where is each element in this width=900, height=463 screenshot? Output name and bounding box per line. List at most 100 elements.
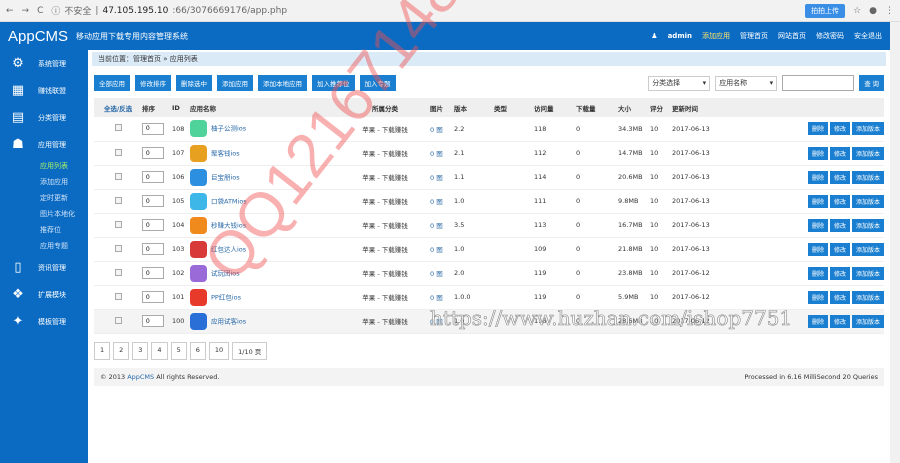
category-select[interactable]: 分类选择 ▾ [648,75,711,91]
add-version-button[interactable]: 添加版本 [851,266,884,280]
page-link[interactable]: 2 [113,341,130,360]
app-name-link[interactable]: 试玩团ios [211,269,240,277]
row-checkbox[interactable] [114,268,122,276]
sidebar-item[interactable]: ▯ 资讯管理 [0,254,88,281]
page-link[interactable]: 10 [208,341,230,360]
edit-button[interactable]: 修改 [829,242,850,256]
forward-icon[interactable]: → [22,6,30,16]
sidebar-item[interactable]: ✦ 模板管理 [0,308,88,335]
order-input[interactable] [142,171,164,183]
star-icon[interactable]: ☆ [853,6,861,16]
pictures-link[interactable]: 0 图 [430,141,454,166]
delete-button[interactable]: 删除 [807,170,828,184]
row-checkbox[interactable] [114,196,122,204]
sidebar-item[interactable]: ❖ 扩展模块 [0,281,88,308]
app-name-link[interactable]: 聚客钱ios [211,149,240,157]
delete-button[interactable]: 删除 [807,242,828,256]
edit-button[interactable]: 修改 [829,218,850,232]
row-checkbox[interactable] [114,292,122,300]
row-checkbox[interactable] [114,220,122,228]
page-link[interactable]: 1 [94,341,111,360]
order-input[interactable] [142,291,164,303]
nav-site-home[interactable]: 网站首页 [778,31,806,41]
page-link[interactable]: 3 [132,341,149,360]
pictures-link[interactable]: 0 图 [430,261,454,286]
toolbar-button[interactable]: 加入专题 [359,75,396,91]
brand-link[interactable]: AppCMS [127,373,154,381]
toolbar-button[interactable]: 删除选中 [176,75,212,91]
sidebar-subitem[interactable]: 添加应用 [0,174,88,190]
toolbar-button[interactable]: 全部应用 [94,75,130,91]
add-version-button[interactable]: 添加版本 [851,314,884,328]
order-input[interactable] [142,243,164,255]
menu-icon[interactable]: ⋮ [885,6,894,16]
pictures-link[interactable]: 0 图 [430,117,454,142]
back-icon[interactable]: ← [6,6,14,16]
add-version-button[interactable]: 添加版本 [851,146,884,160]
sidebar-item[interactable]: ☗ 应用管理 [0,131,88,158]
order-input[interactable] [142,147,164,159]
pictures-link[interactable]: 0 图 [430,213,454,238]
delete-button[interactable]: 删除 [807,266,828,280]
profile-icon[interactable]: ● [869,6,877,16]
app-name-link[interactable]: 巨宝朋ios [211,173,240,181]
toolbar-button[interactable]: 加入推荐位 [312,75,355,91]
sidebar-subitem[interactable]: 应用专题 [0,238,88,254]
app-name-link[interactable]: 秒赚大钱ios [211,221,246,229]
page-link[interactable]: 5 [170,341,187,360]
add-version-button[interactable]: 添加版本 [851,170,884,184]
sidebar-subitem[interactable]: 推荐位 [0,222,88,238]
nav-change-password[interactable]: 修改密码 [816,31,844,41]
nav-admin-home[interactable]: 管理首页 [740,31,768,41]
app-name-link[interactable]: PP红包ios [211,293,241,301]
page-link[interactable]: 6 [189,341,206,360]
pictures-link[interactable]: 0 图 [430,165,454,190]
add-version-button[interactable]: 添加版本 [851,290,884,304]
search-button[interactable]: 查 询 [859,75,884,91]
pictures-link[interactable]: 0 图 [430,309,454,334]
pictures-link[interactable]: 0 图 [430,189,454,214]
delete-button[interactable]: 删除 [807,146,828,160]
row-checkbox[interactable] [114,172,122,180]
delete-button[interactable]: 删除 [807,218,828,232]
order-input[interactable] [142,122,164,135]
order-input[interactable] [142,195,164,207]
app-name-link[interactable]: 口袋ATMios [211,197,247,205]
order-input[interactable] [142,219,164,231]
sidebar-item[interactable]: ⚙ 系统管理 [0,50,88,77]
row-checkbox[interactable] [114,148,122,156]
app-name-link[interactable]: 红包达人ios [211,245,246,253]
order-input[interactable] [142,267,164,279]
toolbar-button[interactable]: 添加应用 [217,75,253,91]
delete-button[interactable]: 删除 [807,122,828,136]
edit-button[interactable]: 修改 [829,194,850,208]
search-input[interactable] [782,75,855,91]
add-version-button[interactable]: 添加版本 [851,242,884,256]
nav-logout[interactable]: 安全退出 [854,31,882,41]
reload-icon[interactable]: C [37,6,43,16]
nav-add-app[interactable]: 添加应用 [702,31,730,41]
edit-button[interactable]: 修改 [829,122,850,136]
pictures-link[interactable]: 0 图 [430,237,454,262]
toolbar-button[interactable]: 添加本地应用 [258,75,307,91]
row-checkbox[interactable] [114,244,122,252]
sidebar-item[interactable]: ▦ 赚钱联盟 [0,77,88,104]
edit-button[interactable]: 修改 [829,266,850,280]
order-input[interactable] [142,315,164,327]
pictures-link[interactable]: 0 图 [430,285,454,310]
edit-button[interactable]: 修改 [829,146,850,160]
edit-button[interactable]: 修改 [829,170,850,184]
row-checkbox[interactable] [114,124,122,132]
app-name-link[interactable]: 应用试客ios [211,317,246,325]
edit-button[interactable]: 修改 [829,314,850,328]
extension-button[interactable]: 拍拍上传 [805,3,846,18]
delete-button[interactable]: 删除 [807,290,828,304]
delete-button[interactable]: 删除 [807,194,828,208]
sidebar-item[interactable]: ▤ 分类管理 [0,104,88,131]
sidebar-subitem[interactable]: 图片本地化 [0,206,88,222]
toolbar-button[interactable]: 修改排序 [135,75,171,91]
page-scrollbar[interactable] [890,22,900,463]
delete-button[interactable]: 删除 [807,314,828,328]
row-checkbox[interactable] [114,316,122,324]
column-header[interactable]: 全选/反选 [94,98,142,117]
